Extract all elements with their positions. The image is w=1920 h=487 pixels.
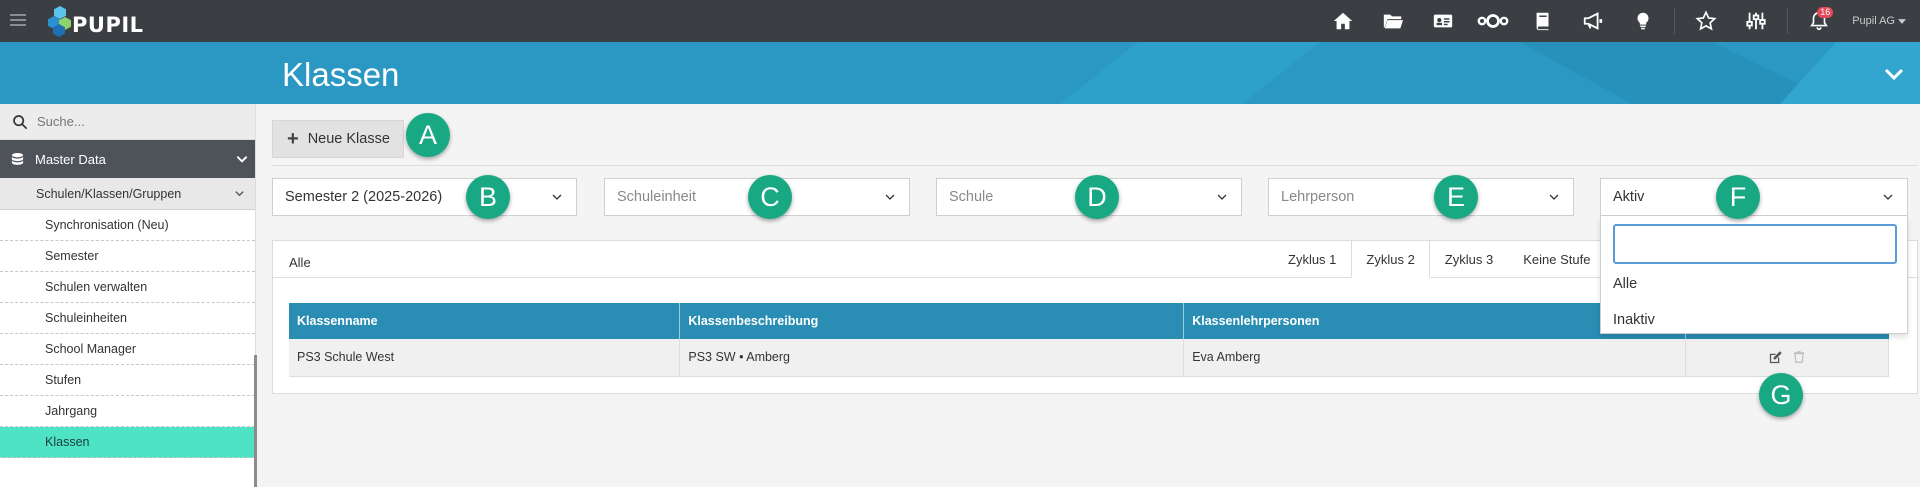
status-dropdown: Alle Inaktiv <box>1600 216 1908 334</box>
cell-klassenlehrpersonen: Eva Amberg <box>1183 339 1687 377</box>
notifications-button[interactable]: 16 <box>1794 0 1844 42</box>
sliders-icon[interactable] <box>1731 0 1781 42</box>
book-icon[interactable] <box>1518 0 1568 42</box>
callout-f: F <box>1716 175 1760 219</box>
tab-alle[interactable]: Alle <box>289 255 311 270</box>
dropdown-option-alle[interactable]: Alle <box>1613 276 1637 292</box>
megaphone-icon[interactable] <box>1568 0 1618 42</box>
sidebar-search-input[interactable] <box>37 114 237 129</box>
sidebar-item-label: School Manager <box>45 342 137 356</box>
chevron-down-icon <box>885 194 895 200</box>
sidebar-group-schulen-klassen-gruppen[interactable]: Schulen/Klassen/Gruppen <box>0 178 255 210</box>
sidebar-item-jahrgang[interactable]: Jahrgang <box>0 396 255 427</box>
sidebar-item-schuleinheiten[interactable]: Schuleinheiten <box>0 303 255 334</box>
tab-zyklus-3[interactable]: Zyklus 3 <box>1430 240 1508 278</box>
id-card-icon[interactable] <box>1418 0 1468 42</box>
nextcloud-icon[interactable] <box>1468 0 1518 42</box>
chevron-down-icon <box>1883 194 1893 200</box>
page-header: Klassen <box>0 42 1920 104</box>
callout-a: A <box>406 113 450 157</box>
sidebar-item-label: Schulen verwalten <box>45 280 148 294</box>
callout-c: C <box>748 175 792 219</box>
database-icon <box>11 152 24 165</box>
column-header-klassenbeschreibung[interactable]: Klassenbeschreibung <box>679 303 1185 339</box>
schule-placeholder: Schule <box>949 189 994 205</box>
sidebar-item-synchronisation[interactable]: Synchronisation (Neu) <box>0 210 255 241</box>
sidebar-item-label: Klassen <box>45 435 90 449</box>
zyklus-tabs: Zyklus 1 Zyklus 2 Zyklus 3 Keine Stufe <box>1273 240 1605 278</box>
chevron-down-icon <box>1549 194 1559 200</box>
lehrperson-select[interactable]: Lehrperson <box>1268 178 1574 216</box>
star-icon[interactable] <box>1681 0 1731 42</box>
caret-down-icon <box>1898 18 1906 24</box>
schuleinheit-placeholder: Schuleinheit <box>617 189 696 205</box>
hamburger-menu-icon[interactable] <box>10 13 26 27</box>
edit-icon[interactable] <box>1768 350 1783 365</box>
top-navigation-bar: PUPIL 16 Pupil AG <box>0 0 1920 42</box>
callout-d: D <box>1075 175 1119 219</box>
user-menu[interactable]: Pupil AG <box>1844 0 1920 42</box>
chevron-down-icon <box>235 191 244 197</box>
dropdown-search-input[interactable] <box>1613 224 1897 264</box>
dropdown-option-inaktiv[interactable]: Inaktiv <box>1613 312 1655 328</box>
user-label: Pupil AG <box>1852 15 1895 27</box>
trash-icon[interactable] <box>1792 350 1806 364</box>
chevron-down-icon <box>1217 194 1227 200</box>
sidebar-item-label: Schuleinheiten <box>45 311 128 325</box>
notification-badge: 16 <box>1817 7 1834 18</box>
logo-cubes-icon <box>48 6 74 37</box>
semester-value: Semester 2 (2025-2026) <box>285 189 443 205</box>
table-row: PS3 Schule West PS3 SW • Amberg Eva Ambe… <box>289 339 1889 377</box>
cell-klassenbeschreibung: PS3 SW • Amberg <box>679 339 1185 377</box>
sidebar-section-label: Master Data <box>35 151 106 167</box>
sidebar: Master Data Schulen/Klassen/Gruppen Sync… <box>0 104 256 487</box>
folder-icon[interactable] <box>1368 0 1418 42</box>
divider <box>272 165 1918 166</box>
page-title: Klassen <box>282 56 400 93</box>
cell-actions <box>1685 339 1889 377</box>
sidebar-scrollbar[interactable] <box>254 355 257 487</box>
sidebar-item-label: Synchronisation (Neu) <box>45 218 169 232</box>
sidebar-item-stufen[interactable]: Stufen <box>0 365 255 396</box>
main-content: + Neue Klasse Semester 2 (2025-2026) Sch… <box>262 104 1920 487</box>
callout-g: G <box>1759 373 1803 417</box>
lehrperson-placeholder: Lehrperson <box>1281 189 1355 205</box>
lightbulb-icon[interactable] <box>1618 0 1668 42</box>
sidebar-item-label: Semester <box>45 249 99 263</box>
sidebar-item-label: Jahrgang <box>45 404 98 418</box>
home-icon[interactable] <box>1318 0 1368 42</box>
chevron-down-icon <box>552 194 562 200</box>
status-value: Aktiv <box>1613 189 1645 205</box>
cell-klassenname: PS3 Schule West <box>289 339 681 377</box>
column-header-klassenname[interactable]: Klassenname <box>289 303 681 339</box>
sidebar-search <box>0 104 255 140</box>
tab-zyklus-1[interactable]: Zyklus 1 <box>1273 240 1351 278</box>
tab-zyklus-2[interactable]: Zyklus 2 <box>1351 240 1430 278</box>
sidebar-item-klassen[interactable]: Klassen <box>0 427 255 458</box>
chevron-down-icon <box>236 156 248 163</box>
pupil-logo[interactable]: PUPIL <box>48 4 144 37</box>
new-class-label: Neue Klasse <box>307 131 390 147</box>
sidebar-group-label: Schulen/Klassen/Gruppen <box>36 186 182 201</box>
search-icon <box>13 114 28 129</box>
callout-b: B <box>466 175 510 219</box>
sidebar-item-school-manager[interactable]: School Manager <box>0 334 255 365</box>
logo-text: PUPIL <box>72 13 144 37</box>
semester-select[interactable]: Semester 2 (2025-2026) <box>272 178 577 216</box>
sidebar-section-master-data[interactable]: Master Data <box>0 140 255 178</box>
sidebar-item-schulen-verwalten[interactable]: Schulen verwalten <box>0 272 255 303</box>
sidebar-item-semester[interactable]: Semester <box>0 241 255 272</box>
sidebar-item-label: Stufen <box>45 373 82 387</box>
plus-icon: + <box>287 128 299 150</box>
chevron-down-icon[interactable] <box>1882 62 1906 86</box>
tab-keine-stufe[interactable]: Keine Stufe <box>1508 240 1605 278</box>
new-class-button[interactable]: + Neue Klasse <box>272 120 404 158</box>
callout-e: E <box>1434 175 1478 219</box>
